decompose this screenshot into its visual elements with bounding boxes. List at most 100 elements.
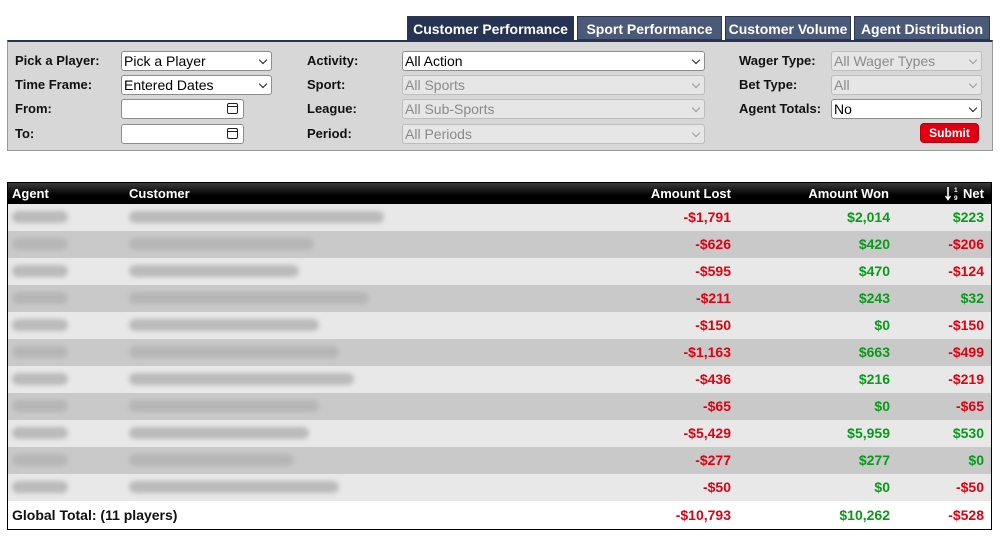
net-cell: -$124 <box>948 263 984 279</box>
table-row[interactable]: -$436 $216 -$219 <box>8 366 991 393</box>
period-select[interactable]: All Periods <box>402 124 705 144</box>
amount-lost-cell: -$595 <box>695 263 731 279</box>
table-row[interactable]: -$150 $0 -$150 <box>8 312 991 339</box>
time-frame-select-value: Entered Dates <box>124 77 214 93</box>
time-frame-label: Time Frame: <box>15 77 93 92</box>
net-header-label: Net <box>963 186 984 201</box>
agent-cell-redacted <box>12 427 68 439</box>
svg-text:1: 1 <box>954 187 958 194</box>
tab-customer-performance[interactable]: Customer Performance <box>407 16 574 41</box>
amount-lost-cell: -$1,163 <box>683 344 731 360</box>
player-select[interactable]: Pick a Player <box>121 51 272 71</box>
net-cell: -$50 <box>955 479 984 495</box>
tab-agent-distribution[interactable]: Agent Distribution <box>854 16 990 40</box>
bet-type-select-value: All <box>834 77 850 93</box>
sport-label: Sport: <box>307 77 346 92</box>
table-row[interactable]: -$1,163 $663 -$499 <box>8 339 991 366</box>
table-row[interactable]: -$211 $243 $32 <box>8 285 991 312</box>
amount-lost-cell: -$436 <box>695 371 731 387</box>
chevron-down-icon <box>691 55 701 65</box>
amount-won-cell: $0 <box>874 398 890 414</box>
chevron-down-icon <box>258 79 268 89</box>
amount-won-cell: $216 <box>858 371 890 387</box>
calendar-icon[interactable] <box>227 128 238 139</box>
agent-cell-redacted <box>12 319 68 331</box>
chevron-down-icon <box>968 55 978 65</box>
league-select-value: All Sub-Sports <box>405 101 495 117</box>
table-row[interactable]: -$5,429 $5,959 $530 <box>8 420 991 447</box>
filter-panel: Pick a Player: Pick a Player Time Frame:… <box>7 40 993 151</box>
sport-select[interactable]: All Sports <box>402 75 705 95</box>
net-cell: -$219 <box>948 371 984 387</box>
agent-totals-select[interactable]: No <box>831 99 982 119</box>
global-total-row: Global Total: (11 players) -$10,793 $10,… <box>8 501 991 529</box>
net-cell: $530 <box>952 425 984 441</box>
net-cell: $223 <box>952 209 984 225</box>
agent-totals-select-value: No <box>834 101 852 117</box>
period-select-value: All Periods <box>405 126 472 142</box>
amount-lost-cell: -$211 <box>695 290 731 306</box>
activity-select[interactable]: All Action <box>402 51 705 71</box>
table-row[interactable]: -$277 $277 $0 <box>8 447 991 474</box>
amount-lost-column-header[interactable]: Amount Lost <box>651 183 731 204</box>
from-date-input[interactable] <box>121 99 244 119</box>
total-amount-lost: -$10,793 <box>675 507 731 523</box>
table-row[interactable]: -$50 $0 -$50 <box>8 474 991 501</box>
net-cell: -$65 <box>955 398 984 414</box>
player-select-value: Pick a Player <box>124 53 206 69</box>
wager-type-label: Wager Type: <box>739 53 816 68</box>
chevron-down-icon <box>691 103 701 113</box>
wager-type-select[interactable]: All Wager Types <box>831 51 982 71</box>
agent-cell-redacted <box>12 454 68 466</box>
customer-cell-redacted <box>129 373 354 385</box>
amount-lost-cell: -$277 <box>695 452 731 468</box>
svg-text:9: 9 <box>954 195 958 201</box>
total-net: -$528 <box>948 507 984 523</box>
table-row[interactable]: -$1,791 $2,014 $223 <box>8 204 991 231</box>
table-body: -$1,791 $2,014 $223 -$626 $420 -$206 -$595 $470… <box>8 204 991 501</box>
table-row[interactable]: -$626 $420 -$206 <box>8 231 991 258</box>
tab-sport-performance[interactable]: Sport Performance <box>577 16 722 40</box>
agent-cell-redacted <box>12 400 68 412</box>
bet-type-label: Bet Type: <box>739 77 798 92</box>
calendar-icon[interactable] <box>227 103 238 114</box>
net-cell: -$499 <box>948 344 984 360</box>
period-label: Period: <box>307 126 352 141</box>
tab-customer-volume[interactable]: Customer Volume <box>725 16 851 40</box>
agent-cell-redacted <box>12 265 68 277</box>
amount-lost-cell: -$65 <box>702 398 731 414</box>
to-date-input[interactable] <box>121 124 244 144</box>
agent-column-header[interactable]: Agent <box>12 183 49 204</box>
amount-won-cell: $420 <box>858 236 890 252</box>
league-label: League: <box>307 101 357 116</box>
net-cell: $32 <box>960 290 984 306</box>
net-column-header[interactable]: 1 9 Net <box>945 183 984 204</box>
bet-type-select[interactable]: All <box>831 75 982 95</box>
to-label: To: <box>15 126 35 141</box>
submit-button[interactable]: Submit <box>920 123 979 143</box>
net-cell: -$206 <box>948 236 984 252</box>
customer-cell-redacted <box>129 346 339 358</box>
agent-cell-redacted <box>12 292 68 304</box>
agent-totals-label: Agent Totals: <box>739 101 822 116</box>
agent-cell-redacted <box>12 211 68 223</box>
customer-cell-redacted <box>129 265 299 277</box>
customer-cell-redacted <box>129 211 384 223</box>
player-label: Pick a Player: <box>15 53 100 68</box>
sort-descending-icon: 1 9 <box>945 187 958 201</box>
customer-cell-redacted <box>129 400 319 412</box>
amount-won-column-header[interactable]: Amount Won <box>808 183 889 204</box>
activity-label: Activity: <box>307 53 359 68</box>
chevron-down-icon <box>258 55 268 65</box>
time-frame-select[interactable]: Entered Dates <box>121 75 272 95</box>
customer-column-header[interactable]: Customer <box>129 183 190 204</box>
amount-lost-cell: -$626 <box>695 236 731 252</box>
table-row[interactable]: -$595 $470 -$124 <box>8 258 991 285</box>
chevron-down-icon <box>968 79 978 89</box>
amount-lost-cell: -$150 <box>695 317 731 333</box>
league-select[interactable]: All Sub-Sports <box>402 99 705 119</box>
activity-select-value: All Action <box>405 53 463 69</box>
sport-select-value: All Sports <box>405 77 465 93</box>
amount-won-cell: $663 <box>858 344 890 360</box>
table-row[interactable]: -$65 $0 -$65 <box>8 393 991 420</box>
